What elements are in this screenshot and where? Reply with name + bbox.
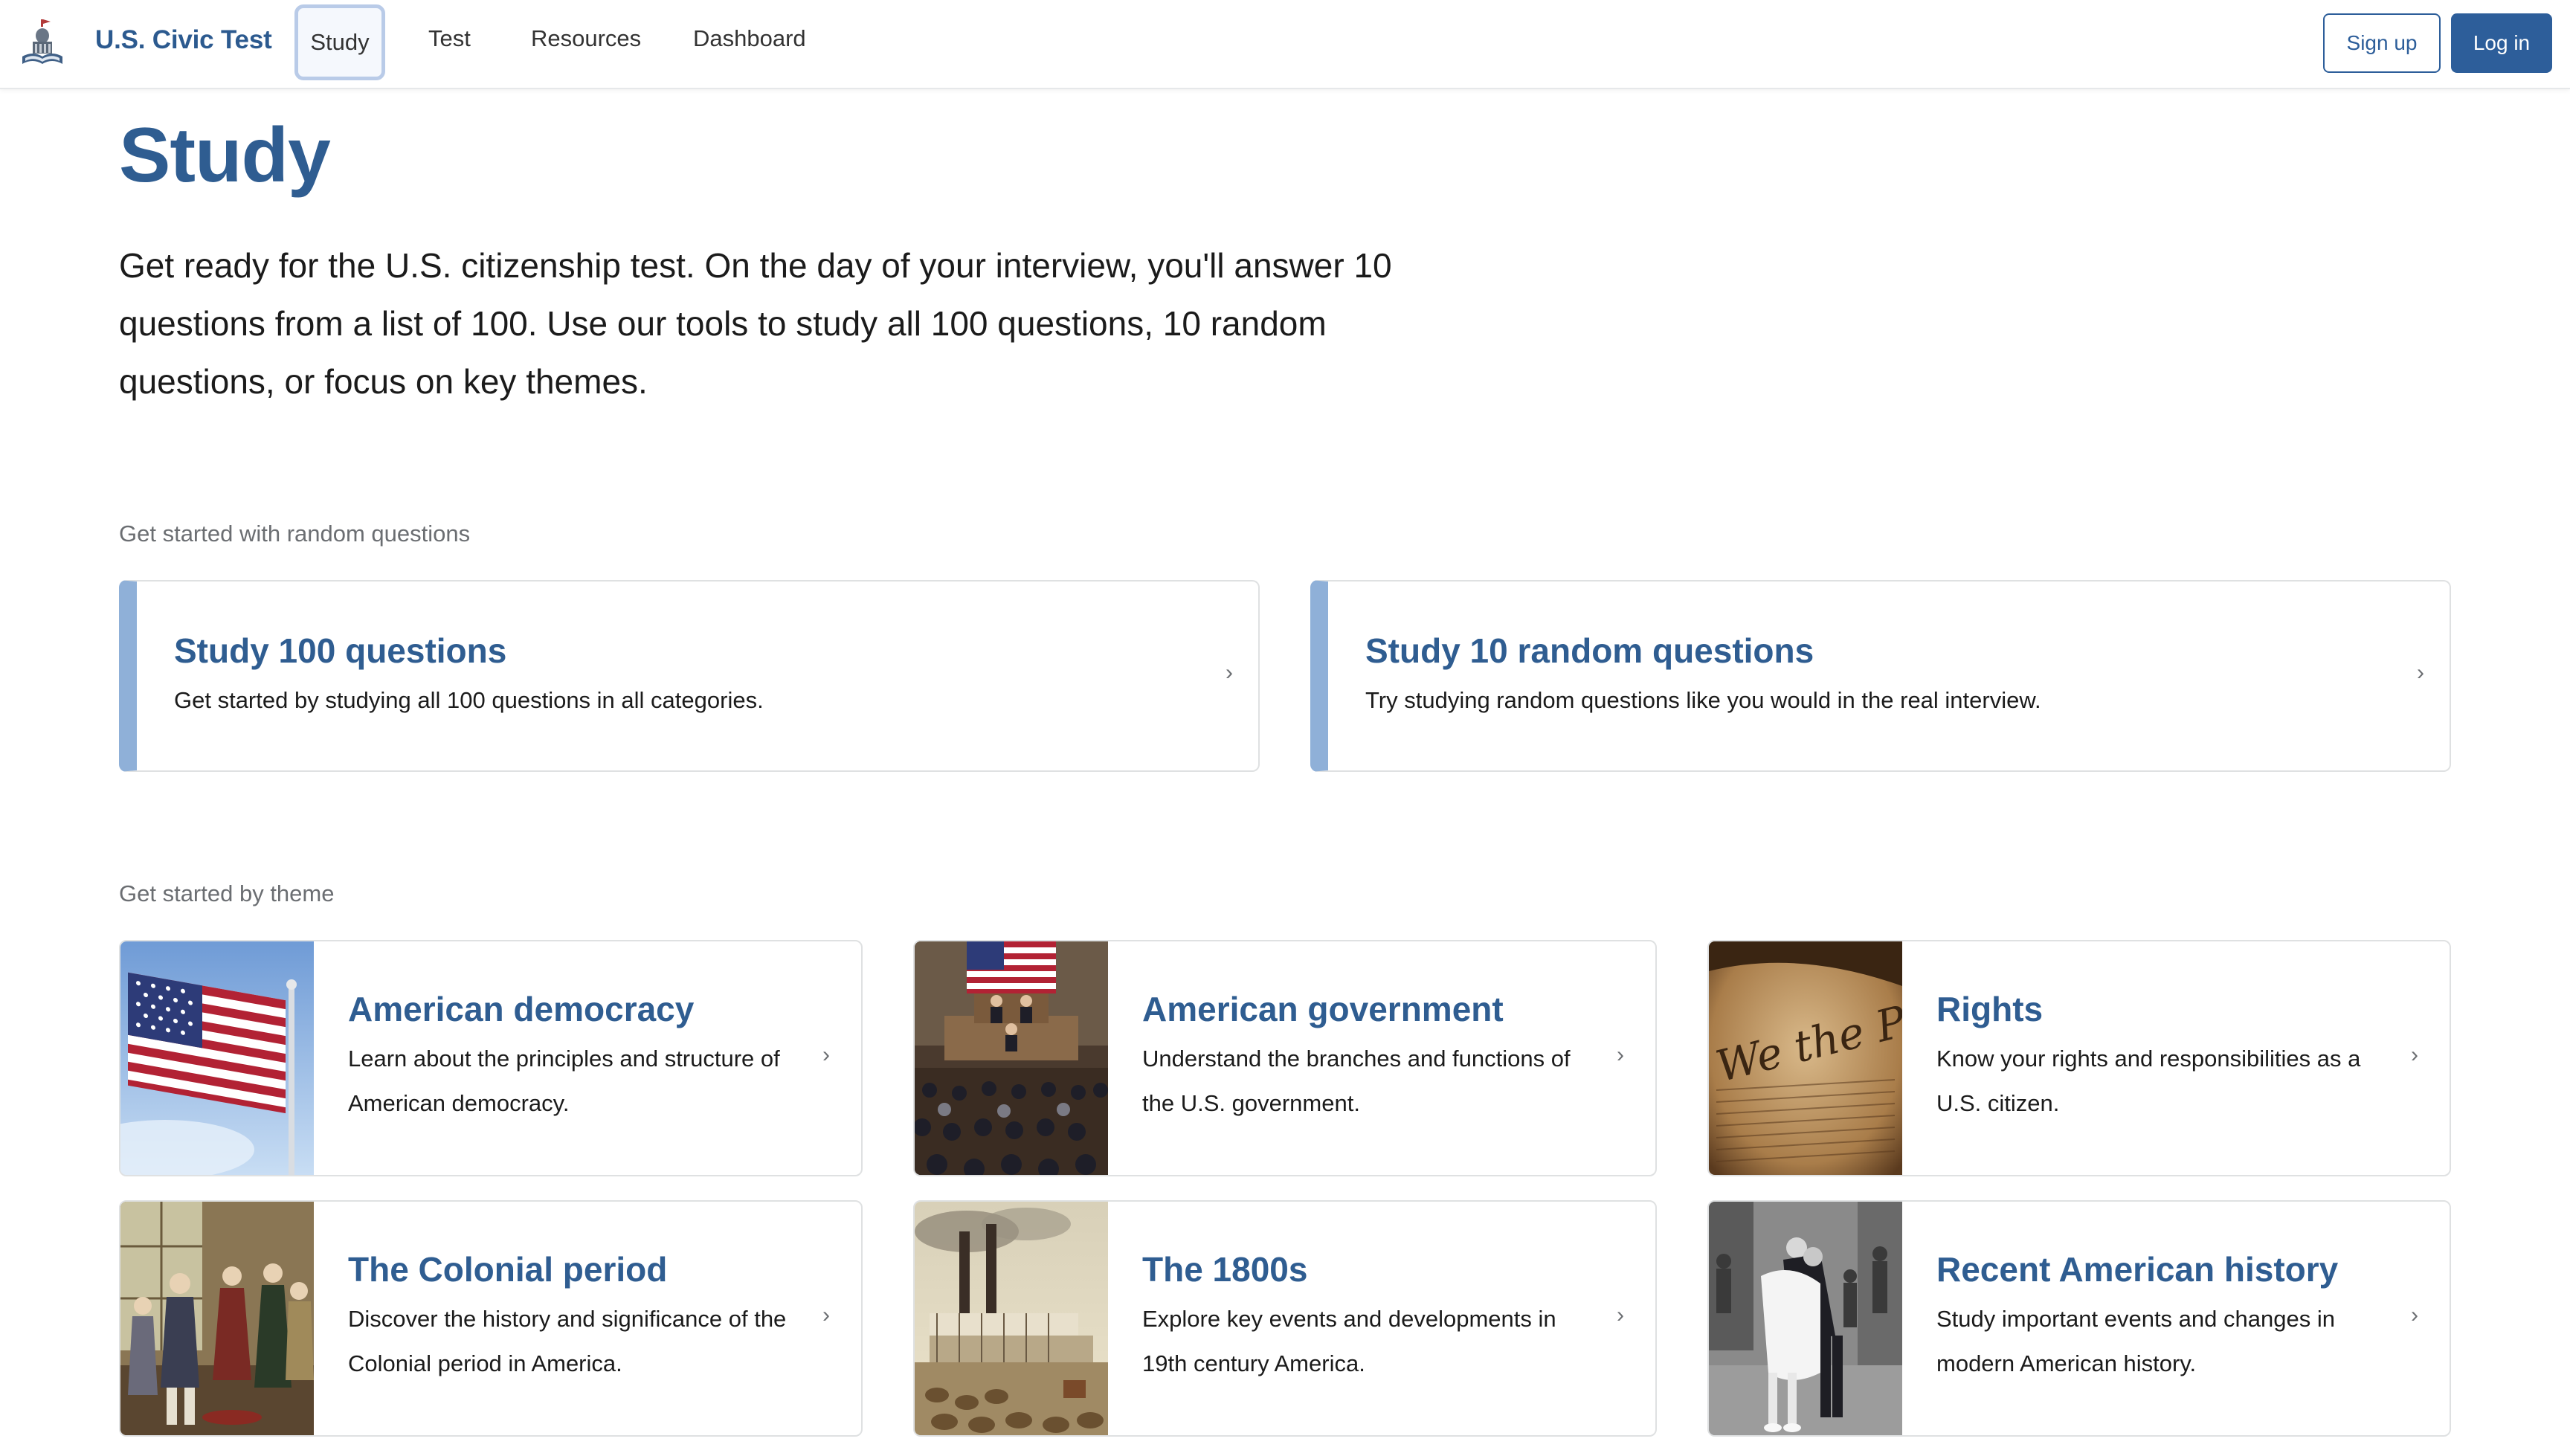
chevron-right-icon: › (822, 1303, 830, 1327)
nav-dashboard[interactable]: Dashboard (693, 25, 806, 52)
theme-description: Discover the history and significance of… (348, 1306, 787, 1376)
colonial-painting-image (120, 1202, 314, 1435)
theme-title: American government (1142, 990, 1504, 1028)
study-10-random-card[interactable]: Study 10 random questions Try studying r… (1310, 580, 2451, 772)
steamboat-image (915, 1202, 1108, 1435)
chevron-right-icon: › (2411, 1303, 2418, 1327)
signup-button[interactable]: Sign up (2323, 13, 2441, 73)
login-button[interactable]: Log in (2451, 13, 2552, 73)
intro-text: Get ready for the U.S. citizenship test.… (119, 246, 1392, 401)
brand-link[interactable]: U.S. Civic Test (95, 25, 272, 55)
random-section-label: Get started with random questions (119, 521, 471, 547)
theme-card-recent-american-history[interactable]: Recent American history Study important … (1707, 1200, 2451, 1437)
theme-title: The 1800s (1142, 1250, 1308, 1289)
theme-section-label: Get started by theme (119, 880, 335, 906)
card-description: Try studying random questions like you w… (1365, 687, 2041, 713)
congress-image (915, 941, 1108, 1175)
chevron-right-icon: › (2417, 660, 2424, 685)
nav-test[interactable]: Test (428, 25, 471, 52)
card-title: Study 10 random questions (1365, 631, 1814, 670)
nav-study[interactable]: Study (294, 4, 385, 80)
theme-card-rights[interactable]: We the People Rights Know your rights an… (1707, 940, 2451, 1176)
theme-description: Learn about the principles and structure… (348, 1046, 780, 1116)
times-square-kiss-image (1709, 1202, 1902, 1435)
page-title: Study (119, 112, 331, 199)
nav-study-label: Study (310, 29, 370, 55)
theme-title: The Colonial period (348, 1250, 668, 1289)
chevron-right-icon: › (822, 1043, 830, 1067)
study-100-card[interactable]: Study 100 questions Get started by study… (119, 580, 1260, 772)
site-header: U.S. Civic Test Study Test Resources Das… (0, 0, 2570, 89)
card-description: Get started by studying all 100 question… (174, 687, 764, 713)
chevron-right-icon: › (1617, 1303, 1624, 1327)
chevron-right-icon: › (1226, 660, 1233, 685)
nav-resources[interactable]: Resources (531, 25, 641, 52)
constitution-image: We the People (1709, 941, 1902, 1175)
theme-title: Recent American history (1936, 1250, 2339, 1289)
theme-description: Understand the branches and functions of… (1142, 1046, 1571, 1116)
theme-card-american-democracy[interactable]: American democracy Learn about the princ… (119, 940, 863, 1176)
theme-description: Study important events and changes in mo… (1936, 1306, 2335, 1376)
theme-card-1800s[interactable]: The 1800s Explore key events and develop… (913, 1200, 1657, 1437)
chevron-right-icon: › (2411, 1043, 2418, 1067)
capitol-book-icon[interactable] (19, 18, 65, 68)
theme-description: Explore key events and developments in 1… (1142, 1306, 1556, 1376)
theme-description: Know your rights and responsibilities as… (1936, 1046, 2361, 1116)
theme-title: Rights (1936, 990, 2044, 1028)
theme-card-american-government[interactable]: American government Understand the branc… (913, 940, 1657, 1176)
theme-title: American democracy (348, 990, 695, 1028)
flag-image (120, 941, 314, 1175)
theme-card-colonial-period[interactable]: The Colonial period Discover the history… (119, 1200, 863, 1437)
chevron-right-icon: › (1617, 1043, 1624, 1067)
card-title: Study 100 questions (174, 631, 507, 670)
